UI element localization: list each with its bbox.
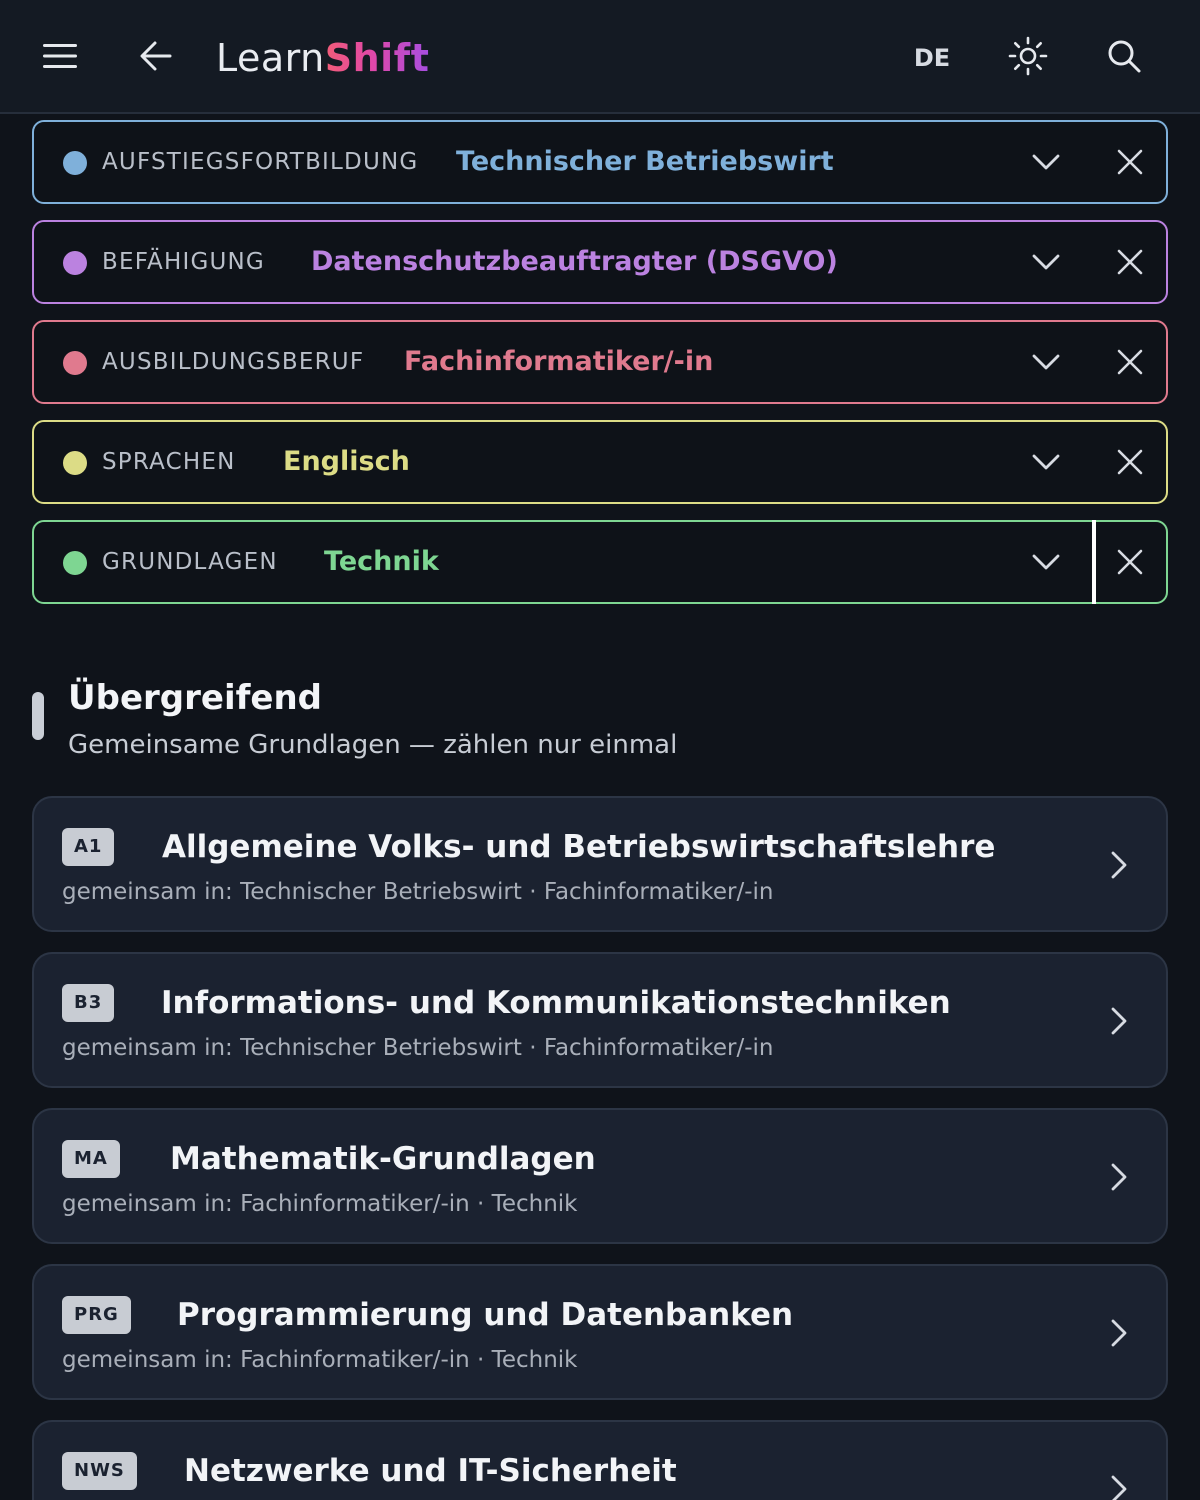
close-icon[interactable]	[1112, 446, 1148, 478]
back-button[interactable]	[132, 34, 180, 78]
module-card[interactable]: B3 Informations- und Kommunikationstechni…	[32, 952, 1168, 1088]
filter-chip[interactable]: AUFSTIEGSFORTBILDUNG Technischer Betriebs…	[32, 120, 1168, 204]
chevron-down-icon[interactable]	[1028, 248, 1064, 276]
filter-value: Technischer Betriebswirt	[456, 146, 834, 177]
filter-chip[interactable]: SPRACHEN Englisch	[32, 420, 1168, 504]
theme-toggle-button[interactable]	[1004, 32, 1052, 80]
filter-color-dot	[63, 551, 87, 575]
module-title: Allgemeine Volks- und Betriebswirtschaft…	[162, 829, 996, 865]
chevron-down-icon[interactable]	[1028, 348, 1064, 376]
filter-category: BEFÄHIGUNG	[102, 249, 265, 275]
logo-text-shift: Shift	[324, 36, 430, 80]
menu-button[interactable]	[36, 34, 84, 78]
filter-category: AUSBILDUNGSBERUF	[102, 349, 365, 375]
chevron-right-icon[interactable]	[1104, 848, 1134, 882]
language-switch[interactable]: DE	[906, 40, 958, 76]
filter-chip[interactable]: GRUNDLAGEN Technik	[32, 520, 1168, 604]
filter-value: Datenschutzbeauftragter (DSGVO)	[311, 246, 838, 277]
module-shared-in: gemeinsam in: Technischer Betriebswirt ·…	[62, 1035, 774, 1061]
filter-divider	[1092, 520, 1096, 604]
chevron-down-icon[interactable]	[1028, 548, 1064, 576]
close-icon[interactable]	[1112, 246, 1148, 278]
arrow-left-icon	[140, 41, 172, 71]
filter-color-dot	[63, 351, 87, 375]
chevron-right-icon[interactable]	[1104, 1472, 1134, 1500]
module-code-badge: A1	[62, 828, 115, 866]
module-card[interactable]: NWS Netzwerke und IT-Sicherheit	[32, 1420, 1168, 1500]
filter-color-dot	[63, 151, 87, 175]
section-accent-bar	[32, 692, 44, 740]
logo-text-learn: Learn	[216, 36, 325, 80]
module-title: Programmierung und Datenbanken	[177, 1297, 794, 1333]
module-card[interactable]: A1 Allgemeine Volks- und Betriebswirtscha…	[32, 796, 1168, 932]
module-code-badge: B3	[62, 984, 115, 1022]
sun-icon	[1008, 36, 1048, 76]
module-code-badge: NWS	[62, 1452, 137, 1490]
search-icon	[1108, 40, 1141, 73]
module-title: Netzwerke und IT-Sicherheit	[184, 1453, 677, 1489]
section-title: Übergreifend	[68, 678, 322, 718]
filter-value: Technik	[324, 546, 439, 577]
module-shared-in: gemeinsam in: Fachinformatiker/-in · Tec…	[62, 1347, 578, 1373]
chevron-down-icon[interactable]	[1028, 448, 1064, 476]
filter-category: GRUNDLAGEN	[102, 549, 278, 575]
module-shared-in: gemeinsam in: Technischer Betriebswirt ·…	[62, 879, 774, 905]
close-icon[interactable]	[1112, 146, 1148, 178]
module-code-badge: MA	[62, 1140, 120, 1178]
filter-chip[interactable]: AUSBILDUNGSBERUF Fachinformatiker/-in	[32, 320, 1168, 404]
filter-color-dot	[63, 451, 87, 475]
module-title: Mathematik-Grundlagen	[170, 1141, 596, 1177]
chevron-right-icon[interactable]	[1104, 1316, 1134, 1350]
close-icon[interactable]	[1112, 346, 1148, 378]
module-code-badge: PRG	[62, 1296, 131, 1334]
filter-category: SPRACHEN	[102, 449, 236, 475]
menu-icon	[43, 44, 77, 68]
close-icon[interactable]	[1112, 546, 1148, 578]
app-header: LearnShift DE	[0, 0, 1200, 114]
filter-category: AUFSTIEGSFORTBILDUNG	[102, 149, 419, 175]
search-button[interactable]	[1100, 32, 1148, 80]
app-logo[interactable]: LearnShift	[216, 34, 429, 82]
module-card[interactable]: MA Mathematik-Grundlagen gemeinsam in: Fac…	[32, 1108, 1168, 1244]
chevron-down-icon[interactable]	[1028, 148, 1064, 176]
filter-chip[interactable]: BEFÄHIGUNG Datenschutzbeauftragter (DSGVO…	[32, 220, 1168, 304]
module-card[interactable]: PRG Programmierung und Datenbanken gemeins…	[32, 1264, 1168, 1400]
chevron-right-icon[interactable]	[1104, 1160, 1134, 1194]
section-subtitle: Gemeinsame Grundlagen — zählen nur einma…	[68, 730, 678, 760]
filter-color-dot	[63, 251, 87, 275]
chevron-right-icon[interactable]	[1104, 1004, 1134, 1038]
module-title: Informations- und Kommunikationstechnike…	[161, 985, 951, 1021]
page: LearnShift DE AUFSTIEGSFORTBILDUNG Techn…	[0, 0, 1200, 1500]
filter-value: Englisch	[283, 446, 410, 477]
filter-value: Fachinformatiker/-in	[404, 346, 714, 377]
module-shared-in: gemeinsam in: Fachinformatiker/-in · Tec…	[62, 1191, 578, 1217]
